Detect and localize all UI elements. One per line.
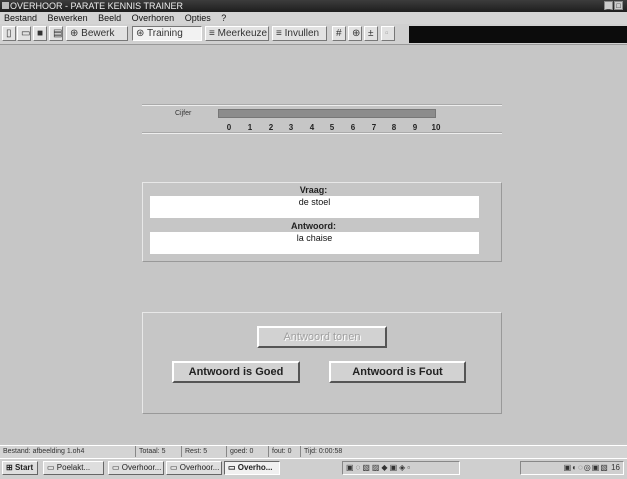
app-icon: ▭	[170, 463, 178, 472]
antwoord-field: la chaise	[150, 232, 479, 254]
system-tray: ▣◐◌◎▣▧ 16	[520, 461, 624, 475]
taskbar-item-label: Poelakt...	[56, 463, 91, 472]
grid-button[interactable]: #	[332, 26, 346, 41]
app-icon: ▭	[228, 463, 236, 472]
grid-icon: #	[336, 28, 342, 39]
cijfer-tick: 0	[226, 123, 232, 132]
plus-minus-icon: ±	[368, 28, 374, 39]
taskbar-item[interactable]: ▭ Overhoor...	[166, 461, 222, 475]
cijfer-tick: 8	[391, 123, 397, 132]
tool-icon: ▫	[385, 28, 389, 39]
menu-overhoren[interactable]: Overhoren	[132, 13, 175, 23]
gear-icon: ⊕	[352, 28, 361, 39]
status-totaal: Totaal: 5	[135, 446, 165, 457]
open-file-icon: ▭	[21, 28, 31, 39]
start-button[interactable]: ⊞ Start	[2, 461, 38, 475]
new-file-button[interactable]: ▯	[2, 26, 16, 41]
status-bar: Bestand: afbeelding 1.oh4 Totaal: 5 Rest…	[0, 445, 627, 458]
status-file: Bestand: afbeelding 1.oh4	[3, 448, 85, 455]
window-title: OVERHOOR - PARATE KENNIS TRAINER	[10, 1, 184, 11]
menu-bestand[interactable]: Bestand	[4, 13, 37, 23]
tray-icons[interactable]: ▣◐◌◎▣▧	[564, 463, 609, 472]
start-label: Start	[14, 463, 34, 472]
invullen-label: Invullen	[284, 28, 320, 39]
print-icon: ▤	[53, 28, 63, 39]
app-icon	[2, 2, 9, 9]
cijfer-tick: 6	[350, 123, 356, 132]
cijfer-tick: 3	[288, 123, 294, 132]
menu-bewerken[interactable]: Bewerken	[48, 13, 88, 23]
clock: 16	[611, 463, 620, 472]
cijfer-tick: 4	[309, 123, 315, 132]
answer-correct-button[interactable]: Antwoord is Goed	[172, 361, 300, 383]
cijfer-tick: 1	[247, 123, 253, 132]
vraag-field: de stoel	[150, 196, 479, 218]
new-file-icon: ▯	[6, 28, 12, 39]
menu-beeld[interactable]: Beeld	[98, 13, 121, 23]
cijfer-tick: 10	[431, 123, 441, 132]
taskbar-item-label: Overhoor...	[121, 463, 162, 472]
menu-bar: Bestand Bewerken Beeld Overhoren Opties …	[0, 12, 627, 24]
print-button[interactable]: ▤	[49, 26, 63, 41]
training-button[interactable]: ⊛ Training	[132, 26, 202, 41]
status-rest: Rest: 5	[181, 446, 207, 457]
settings-button[interactable]: ⊕	[348, 26, 362, 41]
bewerk-icon: ⊕	[70, 28, 79, 39]
status-tijd: Tijd: 0:00:58	[300, 446, 342, 457]
separator-cijfer	[142, 132, 502, 134]
menu-opties[interactable]: Opties	[185, 13, 211, 23]
vraag-label: Vraag:	[299, 185, 328, 195]
bewerk-button[interactable]: ⊕ Bewerk	[66, 26, 128, 41]
status-goed: goed: 0	[226, 446, 253, 457]
toolbar-empty-area	[409, 26, 627, 43]
windows-logo-icon: ⊞	[6, 463, 13, 472]
cijfer-tick: 2	[268, 123, 274, 132]
cijfer-tick: 7	[371, 123, 377, 132]
window-controls: _ □	[604, 1, 623, 10]
taskbar-item-label: Overho...	[237, 463, 273, 472]
status-fout: fout: 0	[268, 446, 291, 457]
separator-top	[142, 104, 502, 106]
meerkeuze-label: Meerkeuze	[217, 28, 268, 39]
taskbar: ⊞ Start ▭ Poelakt... ▭ Overhoor... ▭ Ove…	[0, 458, 627, 479]
disabled-tool-button[interactable]: ▫	[381, 26, 395, 41]
minimize-button[interactable]: _	[604, 1, 613, 10]
bewerk-label: Bewerk	[81, 28, 115, 39]
cijfer-tick: 5	[329, 123, 335, 132]
invullen-icon: ≡	[276, 28, 282, 39]
maximize-button[interactable]: □	[614, 1, 623, 10]
quick-launch-tray: ▣◌▧▨◆▣◈▫	[342, 461, 460, 475]
title-bar: OVERHOOR - PARATE KENNIS TRAINER _ □	[0, 0, 627, 12]
meerkeuze-button[interactable]: ≡ Meerkeuze	[205, 26, 269, 41]
cijfer-tick: 9	[412, 123, 418, 132]
antwoord-label: Antwoord:	[291, 221, 336, 231]
cijfer-bar	[218, 109, 436, 118]
taskbar-item-label: Overhoor...	[179, 463, 220, 472]
open-file-button[interactable]: ▭	[17, 26, 31, 41]
quick-launch-icons[interactable]: ▣◌▧▨◆▣◈▫	[346, 463, 412, 472]
menu-help[interactable]: ?	[221, 13, 226, 23]
taskbar-item-active[interactable]: ▭ Overho...	[224, 461, 280, 475]
invullen-button[interactable]: ≡ Invullen	[272, 26, 327, 41]
app-icon: ▭	[112, 463, 120, 472]
training-icon: ⊛	[136, 28, 145, 39]
folder-icon: ▭	[47, 463, 55, 472]
taskbar-item[interactable]: ▭ Poelakt...	[43, 461, 104, 475]
save-button[interactable]: ■	[33, 26, 47, 41]
save-icon: ■	[37, 28, 44, 39]
plus-minus-button[interactable]: ±	[364, 26, 378, 41]
cijfer-label: Cijfer	[175, 110, 192, 117]
show-answer-button[interactable]: Antwoord tonen	[257, 326, 387, 348]
taskbar-item[interactable]: ▭ Overhoor...	[108, 461, 164, 475]
answer-wrong-button[interactable]: Antwoord is Fout	[329, 361, 466, 383]
training-label: Training	[147, 28, 183, 39]
meerkeuze-icon: ≡	[209, 28, 215, 39]
